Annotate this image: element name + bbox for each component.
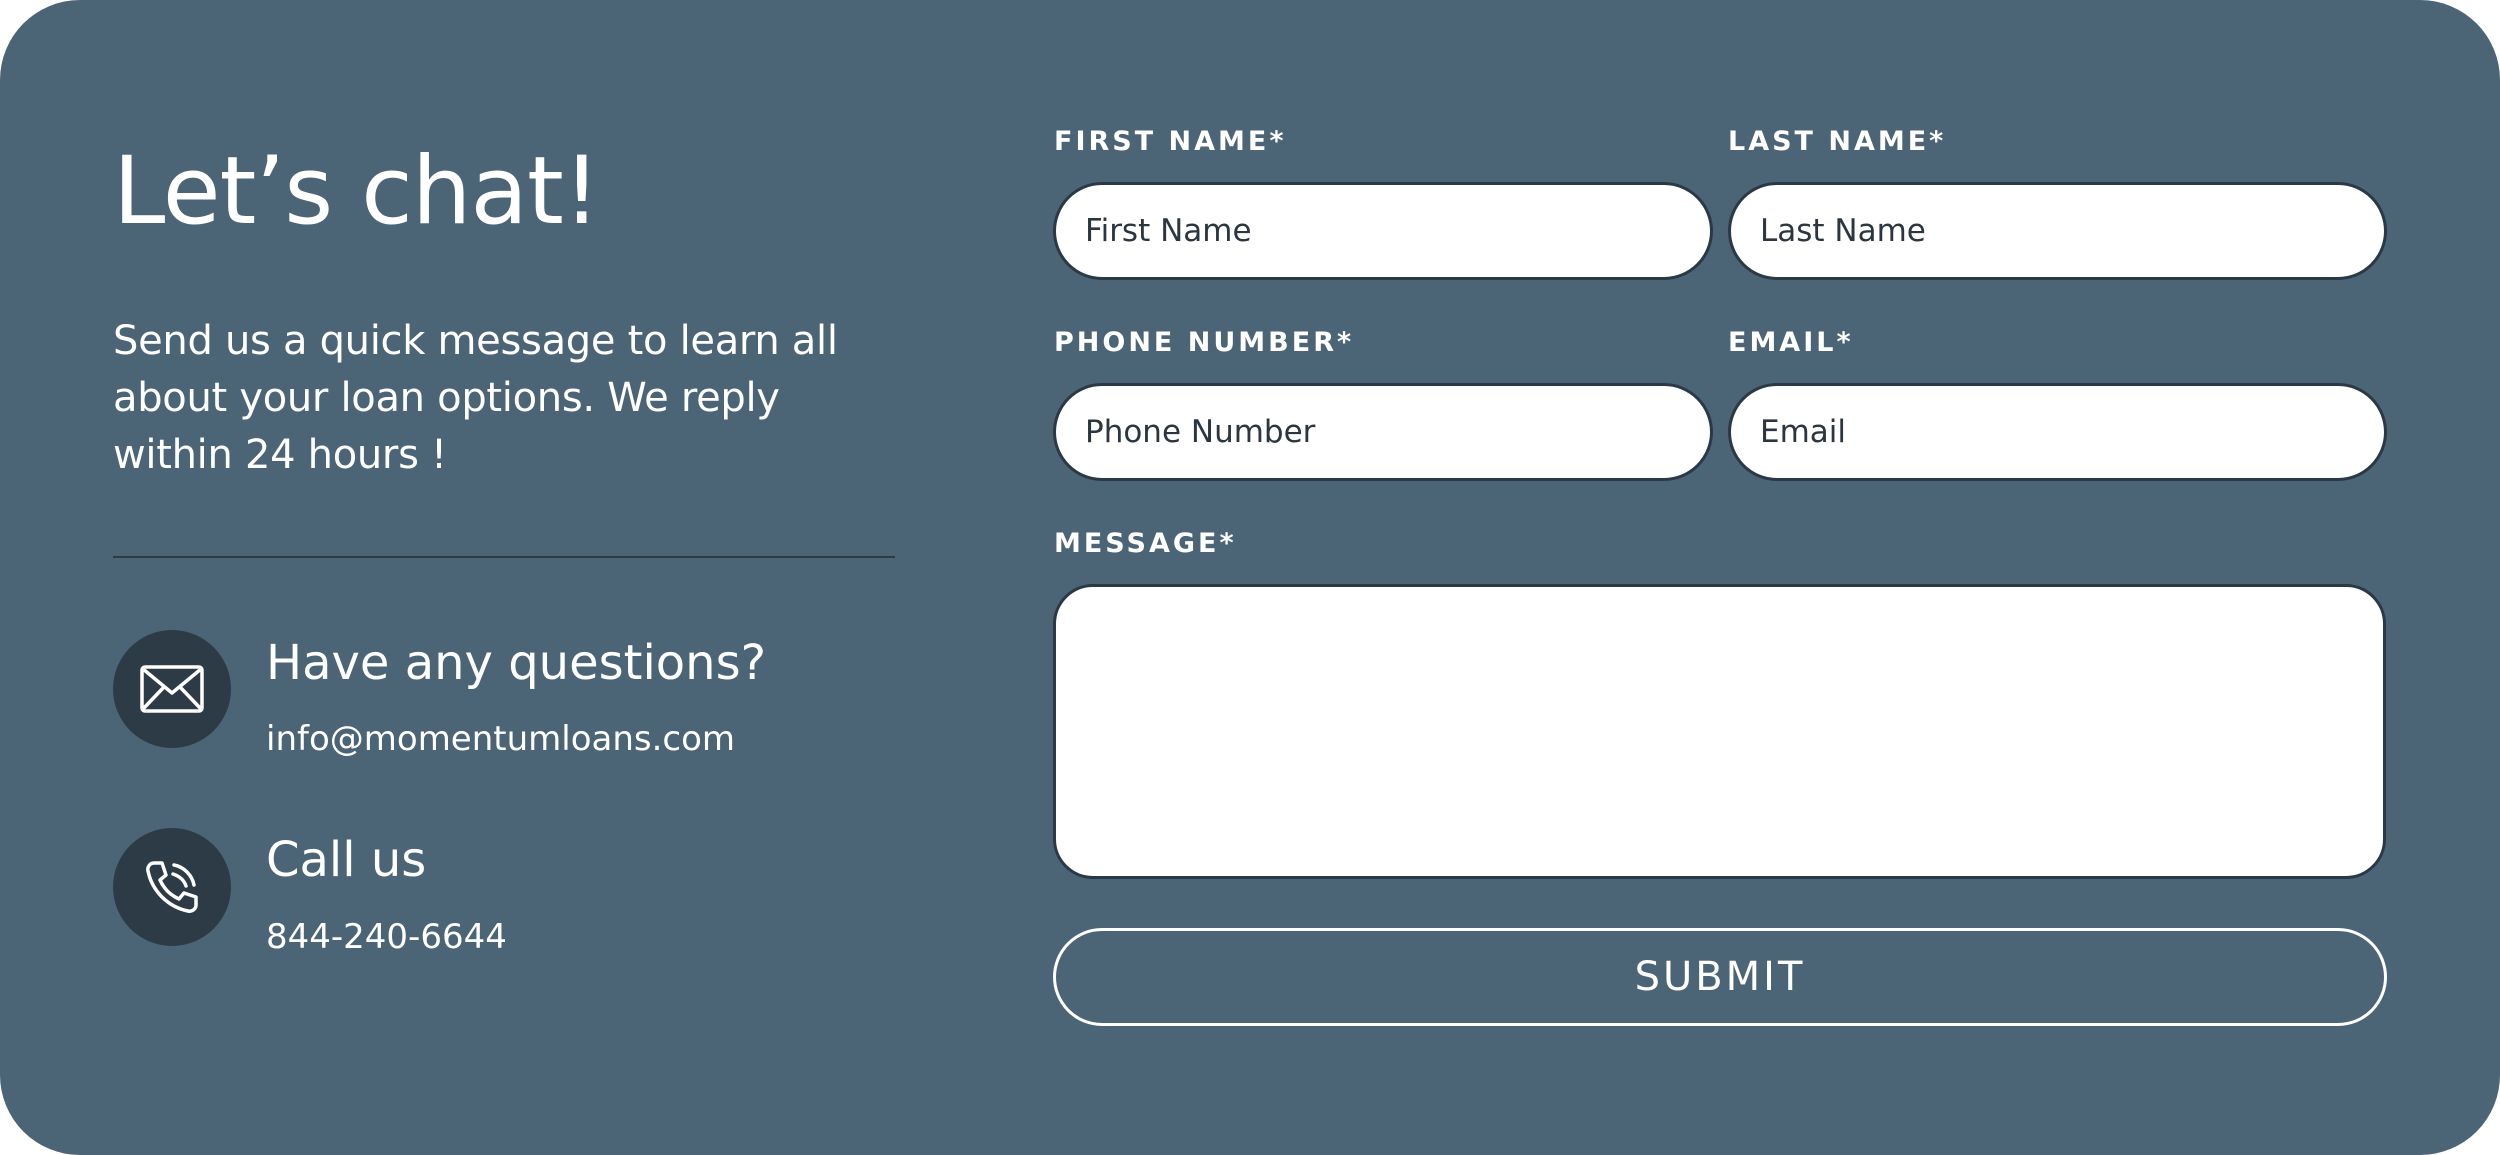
first-name-input[interactable]: [1053, 182, 1713, 280]
contact-card: Let’s chat! Send us a quick message to l…: [0, 0, 2500, 1155]
message-textarea[interactable]: [1053, 584, 2386, 879]
email-address-link[interactable]: info@momentumloans.com: [266, 719, 735, 760]
phone-number-label: PHONE NUMBER*: [1054, 327, 1355, 358]
divider: [113, 556, 895, 558]
envelope-icon-circle: [113, 630, 231, 748]
envelope-icon: [140, 665, 204, 713]
call-us-title: Call us: [266, 832, 427, 888]
email-input[interactable]: [1728, 383, 2387, 481]
phone-number-input[interactable]: [1053, 383, 1713, 481]
last-name-label: LAST NAME*: [1728, 126, 1947, 157]
phone-number-link[interactable]: 844-240-6644: [266, 917, 507, 958]
submit-button[interactable]: SUBMIT: [1053, 928, 2387, 1026]
page-title: Let’s chat!: [113, 137, 601, 246]
message-label: MESSAGE*: [1054, 528, 1237, 559]
phone-icon: [146, 861, 198, 913]
email-label: EMAIL*: [1728, 327, 1854, 358]
last-name-input[interactable]: [1728, 182, 2387, 280]
phone-icon-circle: [113, 828, 231, 946]
questions-title: Have any questions?: [266, 635, 767, 691]
first-name-label: FIRST NAME*: [1054, 126, 1287, 157]
intro-text: Send us a quick message to learn all abo…: [113, 318, 838, 478]
